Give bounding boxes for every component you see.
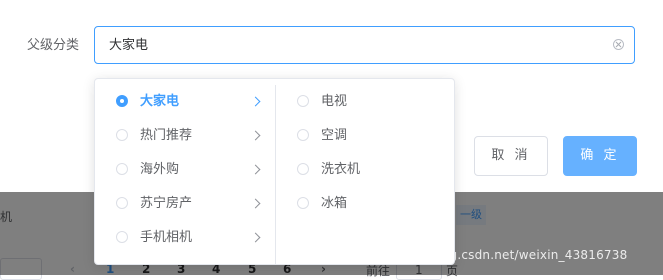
chevron-right-icon [250,198,261,209]
cascader-node-label: 电视 [321,94,348,109]
cascader-node-label: 手机相机 [140,230,193,245]
cascader-node-realestate[interactable]: 苏宁房产 [95,187,275,221]
clear-icon[interactable] [613,39,624,50]
cascader-node-fridge[interactable]: 冰箱 [276,187,454,221]
cascader-node-phone-camera[interactable]: 手机相机 [95,221,275,255]
chevron-right-icon [250,232,261,243]
level-tag: 一级 [456,205,486,225]
cascader-menu-level2: 电视 空调 洗衣机 冰箱 [276,85,454,264]
page-suffix: 页 [446,264,459,278]
radio-icon[interactable] [297,95,309,107]
cascader-node-label: 苏宁房产 [140,196,193,211]
cascader-dropdown: 大家电 热门推荐 海外购 苏宁房产 手机相机 电视 空调 洗衣机 冰箱 [94,78,455,265]
parent-category-label: 父级分类 [27,38,80,53]
cascader-node-washer[interactable]: 洗衣机 [276,153,454,187]
cascader-node-hot[interactable]: 热门推荐 [95,119,275,153]
cascader-menu-level1: 大家电 热门推荐 海外购 苏宁房产 手机相机 [95,85,276,264]
radio-icon[interactable] [116,163,128,175]
cascader-node-overseas[interactable]: 海外购 [95,153,275,187]
chevron-right-icon [250,130,261,141]
cascader-node-ac[interactable]: 空调 [276,119,454,153]
radio-icon[interactable] [297,163,309,175]
prev-page-icon[interactable]: ‹ [70,262,75,276]
cascader-node-label: 热门推荐 [140,128,193,143]
radio-checked-icon[interactable] [116,95,128,107]
page-size-select[interactable] [0,258,42,280]
parent-category-cascader[interactable]: 大家电 [94,26,635,64]
goto-label: 前往 [366,264,391,278]
cascader-node-label: 海外购 [140,162,180,177]
radio-icon[interactable] [297,129,309,141]
cascader-node-label: 冰箱 [321,196,348,211]
cancel-button[interactable]: 取 消 [474,136,548,176]
cascader-node-appliances[interactable]: 大家电 [95,85,275,119]
cascader-node-tv[interactable]: 电视 [276,85,454,119]
chevron-right-icon [250,164,261,175]
radio-icon[interactable] [116,197,128,209]
radio-icon[interactable] [297,197,309,209]
cascader-node-label: 大家电 [140,94,180,109]
cascader-value: 大家电 [109,38,149,53]
chevron-right-icon [250,96,261,107]
cascader-node-label: 空调 [321,128,348,143]
confirm-button[interactable]: 确 定 [563,136,637,176]
radio-icon[interactable] [116,129,128,141]
radio-icon[interactable] [116,231,128,243]
cascader-node-label: 洗衣机 [321,162,361,177]
table-cell-fragment: 机 [0,210,13,224]
